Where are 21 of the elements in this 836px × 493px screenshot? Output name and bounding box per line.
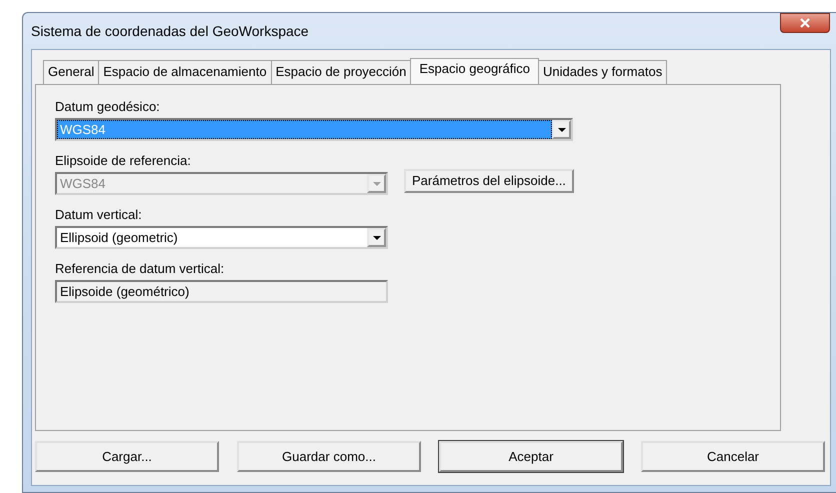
dialog-button[interactable]: Cancelar	[641, 441, 825, 472]
field-label: Referencia de datum vertical:	[55, 261, 226, 277]
dialog-button[interactable]: Guardar como...	[237, 441, 421, 472]
dropdown-arrow-icon	[372, 182, 380, 186]
close-icon	[799, 18, 811, 28]
field-label: Datum vertical:	[55, 207, 143, 223]
dropdown-field[interactable]: Ellipsoid (geometric)	[55, 226, 388, 249]
tab[interactable]: Unidades y formatos	[538, 60, 668, 84]
dropdown-arrow-icon	[372, 236, 380, 240]
close-button[interactable]	[780, 13, 830, 33]
dropdown-button[interactable]	[552, 120, 571, 139]
dialog-button[interactable]: Aceptar	[439, 441, 623, 472]
tab[interactable]: Espacio geográfico	[410, 58, 539, 84]
field-label: Datum geodésico:	[55, 99, 161, 115]
field-label: Elipsoide de referencia:	[55, 153, 192, 169]
dialog-button[interactable]: Cargar...	[35, 441, 219, 472]
tab[interactable]: General	[43, 60, 100, 84]
readonly-field: Elipsoide (geométrico)	[55, 280, 388, 303]
dropdown-button[interactable]	[367, 228, 386, 247]
dropdown-arrow-icon	[558, 128, 566, 132]
window-title: Sistema de coordenadas del GeoWorkspace	[31, 22, 309, 41]
